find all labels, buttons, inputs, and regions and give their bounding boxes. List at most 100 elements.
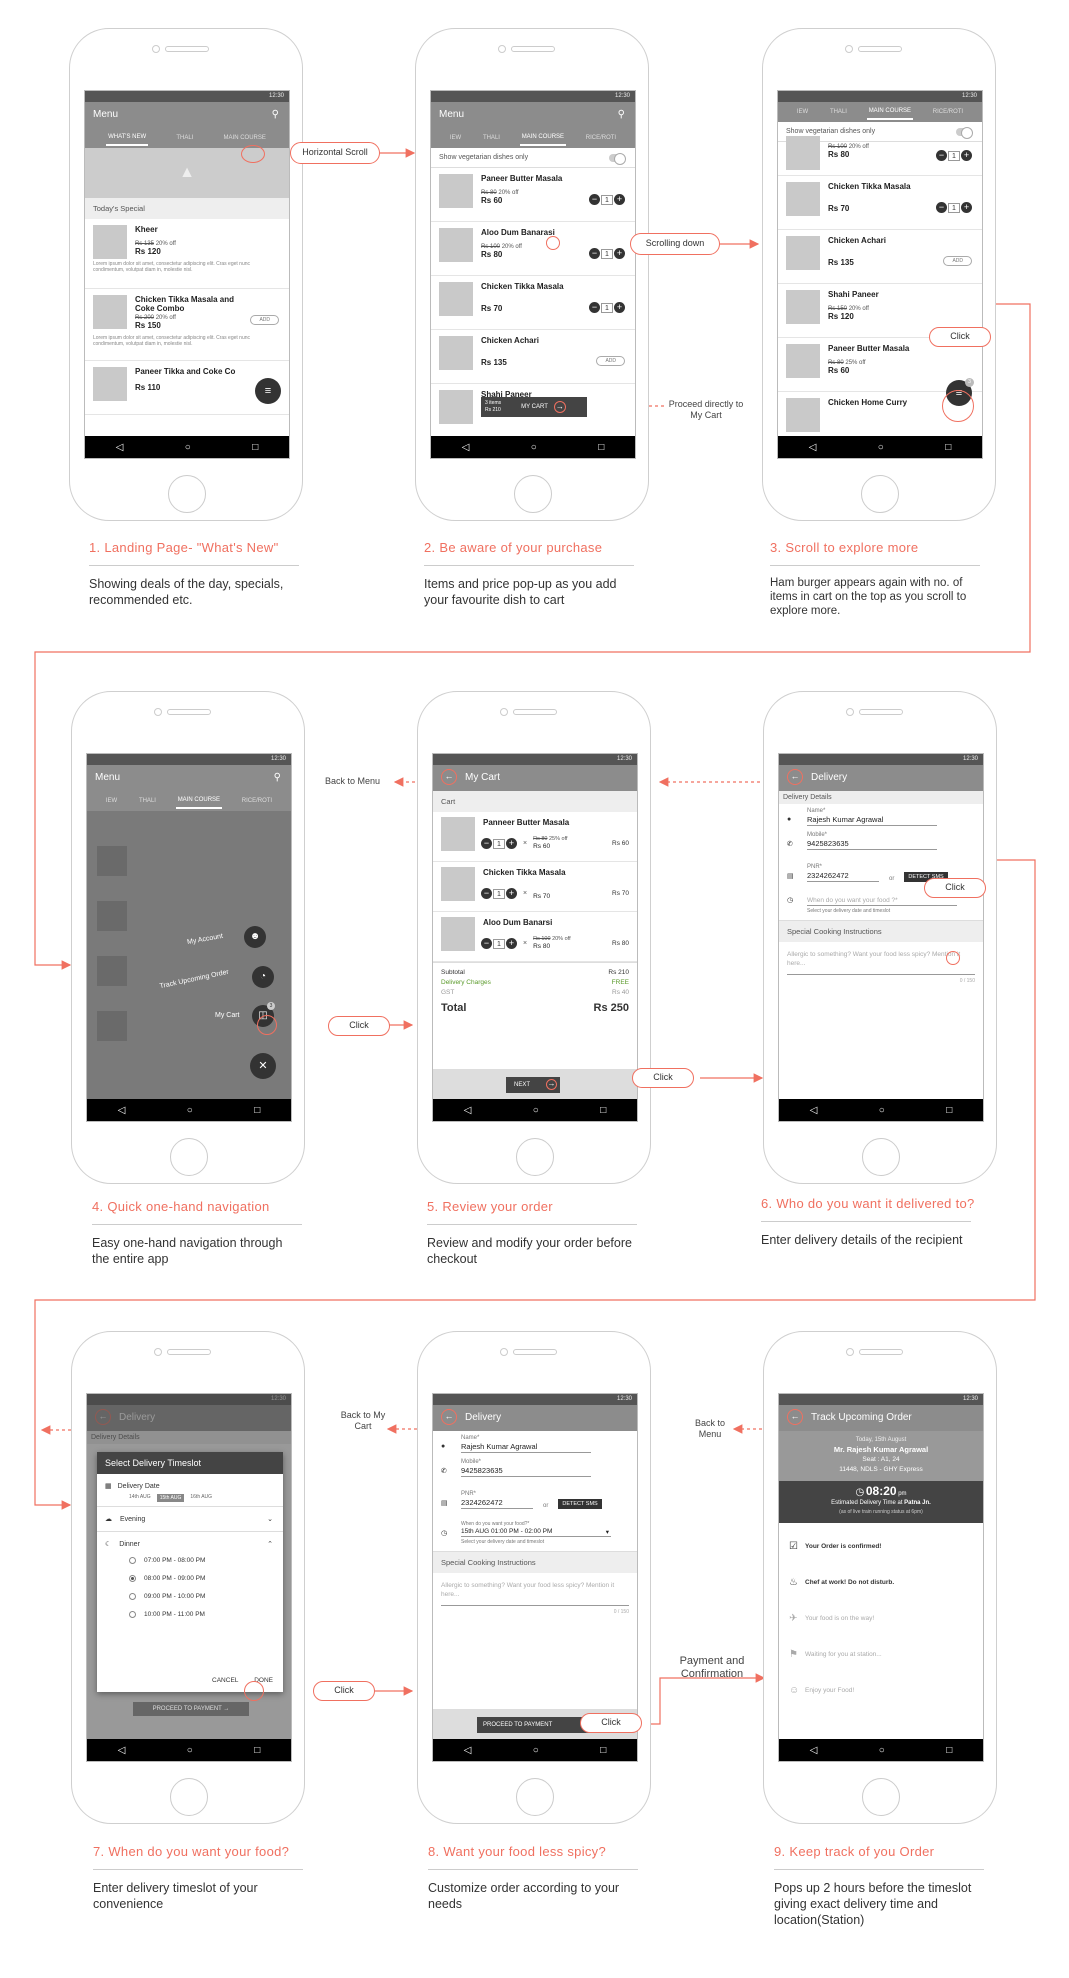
- quantity-stepper[interactable]: −1 +: [589, 302, 625, 313]
- timeslot-option[interactable]: 10:00 PM - 11:00 PM: [129, 1606, 283, 1624]
- cart-popup[interactable]: 3 items Rs 210 MY CART →: [481, 397, 587, 417]
- back-nav-icon[interactable]: ◁: [810, 1745, 818, 1756]
- tab-whats-new[interactable]: IEW: [448, 131, 463, 145]
- pnr-field[interactable]: 2324262472: [807, 870, 879, 882]
- back-nav-icon[interactable]: ◁: [464, 1745, 472, 1756]
- recents-nav-icon[interactable]: □: [600, 1745, 606, 1756]
- special-item[interactable]: Kheer Rs 135 20% off Rs 120 Lorem ipsum d…: [85, 219, 289, 289]
- home-button: [862, 1138, 900, 1176]
- detect-sms-button[interactable]: DETECT SMS: [558, 1499, 602, 1509]
- quantity-stepper[interactable]: −1 +: [589, 248, 625, 259]
- back-nav-icon[interactable]: ◁: [809, 442, 817, 453]
- mobile-field[interactable]: 9425823635: [461, 1465, 591, 1477]
- recents-nav-icon[interactable]: □: [946, 1745, 952, 1756]
- back-nav-icon[interactable]: ◁: [116, 442, 124, 453]
- track-order-icon[interactable]: ◔: [252, 966, 274, 988]
- quantity-stepper[interactable]: −1 + × Rs 70: [481, 886, 550, 901]
- todays-special-heading: Today's Special: [85, 198, 289, 219]
- add-button[interactable]: ADD: [596, 356, 625, 366]
- home-nav-icon[interactable]: ○: [879, 1745, 885, 1756]
- dish-row[interactable]: Rs 100 20% off Rs 80−1 +: [778, 136, 982, 176]
- tab-main-course[interactable]: MAIN COURSE: [519, 130, 567, 146]
- home-nav-icon[interactable]: ○: [187, 1105, 193, 1116]
- recents-nav-icon[interactable]: □: [598, 442, 604, 453]
- name-field[interactable]: Rajesh Kumar Agrawal: [807, 814, 937, 826]
- back-nav-icon[interactable]: ◁: [118, 1745, 126, 1756]
- proceed-to-payment-button[interactable]: PROCEED TO PAYMENT: [477, 1717, 593, 1733]
- account-icon[interactable]: ☻: [244, 926, 266, 948]
- phone-main-course: 12:30 Menu ⚲ IEW THALI MAIN COURSE RICE/R…: [415, 28, 649, 521]
- quantity-stepper[interactable]: −1 + × Rs 100 20% off Rs 80: [481, 936, 571, 951]
- tab-rice-roti[interactable]: RICE/ROTI: [584, 131, 618, 145]
- quantity-stepper[interactable]: −1 +: [589, 194, 625, 205]
- screen-delivery: 12:30 ← Delivery Delivery Details ● Name*…: [778, 753, 984, 1122]
- recents-nav-icon[interactable]: □: [945, 442, 951, 453]
- timeslot-option[interactable]: 07:00 PM - 08:00 PM: [129, 1552, 283, 1570]
- date-option-selected[interactable]: 15th AUG: [156, 1494, 185, 1502]
- back-nav-icon[interactable]: ◁: [810, 1105, 818, 1116]
- back-nav-icon[interactable]: ◁: [118, 1105, 126, 1116]
- cart-item-row[interactable]: Aloo Dum Banarsi −1 + × Rs 100 20% off Rs 80 R…: [433, 912, 637, 962]
- timeslot-option-selected[interactable]: 08:00 PM - 09:00 PM: [129, 1570, 283, 1588]
- dish-row[interactable]: Chicken Achari Rs 135 ADD: [778, 230, 982, 284]
- home-nav-icon[interactable]: ○: [187, 1745, 193, 1756]
- pnr-field[interactable]: 2324262472: [461, 1497, 533, 1509]
- timeslot-option[interactable]: 09:00 PM - 10:00 PM: [129, 1588, 283, 1606]
- recents-nav-icon[interactable]: □: [600, 1105, 606, 1116]
- search-icon[interactable]: ⚲: [274, 765, 281, 791]
- back-arrow-icon[interactable]: ←: [441, 1409, 457, 1426]
- next-button[interactable]: NEXT →: [506, 1077, 560, 1093]
- quantity-stepper[interactable]: −1 +: [936, 150, 972, 161]
- cart-item-row[interactable]: Panneer Butter Masala −1 + × Rs 80 25% off Rs…: [433, 812, 637, 862]
- hamburger-fab[interactable]: ≡: [255, 378, 281, 404]
- back-arrow-icon[interactable]: ←: [787, 1409, 803, 1426]
- back-nav-icon[interactable]: ◁: [464, 1105, 472, 1116]
- home-nav-icon[interactable]: ○: [185, 442, 191, 453]
- tab-main-course[interactable]: MAIN COURSE: [222, 131, 268, 145]
- veg-only-toggle[interactable]: [956, 127, 973, 139]
- home-nav-icon[interactable]: ○: [533, 1105, 539, 1116]
- dish-row[interactable]: Aloo Dum Banarasi Rs 100 20% off Rs 80−1 +: [431, 222, 635, 276]
- recents-nav-icon[interactable]: □: [252, 442, 258, 453]
- checklist-icon: ☑: [789, 1541, 798, 1552]
- home-nav-icon[interactable]: ○: [878, 442, 884, 453]
- dish-row[interactable]: Paneer Butter Masala Rs 80 20% off Rs 60−1…: [431, 168, 635, 222]
- date-option[interactable]: 16th AUG: [190, 1494, 212, 1502]
- cancel-button[interactable]: CANCEL: [212, 1677, 238, 1684]
- tab-whats-new[interactable]: WHAT'S NEW: [106, 130, 149, 146]
- name-field[interactable]: Rajesh Kumar Agrawal: [461, 1441, 591, 1453]
- evening-section[interactable]: ☁ Evening ⌄: [97, 1507, 283, 1532]
- app-bar: ← Track Upcoming Order: [779, 1405, 983, 1431]
- home-nav-icon[interactable]: ○: [879, 1105, 885, 1116]
- quantity-stepper[interactable]: −1 +: [936, 202, 972, 213]
- cart-item-row[interactable]: Chicken Tikka Masala −1 + × Rs 70 Rs 70: [433, 862, 637, 912]
- special-instructions-field[interactable]: Allergic to something? Want your food le…: [779, 942, 983, 992]
- dinner-section[interactable]: ☾ Dinner ⌃: [97, 1532, 283, 1552]
- android-nav-bar: ◁ ○ □: [779, 1739, 983, 1761]
- back-nav-icon[interactable]: ◁: [462, 442, 470, 453]
- back-arrow-icon[interactable]: ←: [441, 769, 457, 786]
- recents-nav-icon[interactable]: □: [254, 1105, 260, 1116]
- back-arrow-icon[interactable]: ←: [787, 769, 803, 786]
- when-dropdown[interactable]: 15th AUG 01:00 PM - 02:00 PM ▾: [461, 1527, 611, 1537]
- home-nav-icon[interactable]: ○: [533, 1745, 539, 1756]
- home-nav-icon[interactable]: ○: [531, 442, 537, 453]
- special-item[interactable]: Chicken Tikka Masala and Coke Combo Rs 2…: [85, 289, 289, 361]
- recents-nav-icon[interactable]: □: [946, 1105, 952, 1116]
- tab-thali[interactable]: THALI: [174, 131, 195, 145]
- mobile-field[interactable]: 9425823635: [807, 838, 937, 850]
- close-icon[interactable]: ✕: [250, 1053, 276, 1079]
- dish-row[interactable]: Chicken Achari Rs 135 ADD: [431, 330, 635, 384]
- quantity-stepper[interactable]: −1 + × Rs 80 25% off Rs 60: [481, 836, 568, 851]
- special-instructions-field[interactable]: Allergic to something? Want your food le…: [433, 1573, 637, 1623]
- veg-only-toggle[interactable]: [609, 153, 626, 165]
- search-icon[interactable]: ⚲: [272, 102, 279, 128]
- dish-row[interactable]: Chicken Tikka Masala Rs 70−1 +: [431, 276, 635, 330]
- add-button[interactable]: ADD: [943, 256, 972, 266]
- dish-row[interactable]: Chicken Tikka Masala Rs 70−1 +: [778, 176, 982, 230]
- search-icon[interactable]: ⚲: [618, 102, 625, 128]
- recents-nav-icon[interactable]: □: [254, 1745, 260, 1756]
- add-button[interactable]: ADD: [250, 315, 279, 325]
- date-option[interactable]: 14th AUG: [129, 1494, 151, 1502]
- tab-thali[interactable]: THALI: [481, 131, 502, 145]
